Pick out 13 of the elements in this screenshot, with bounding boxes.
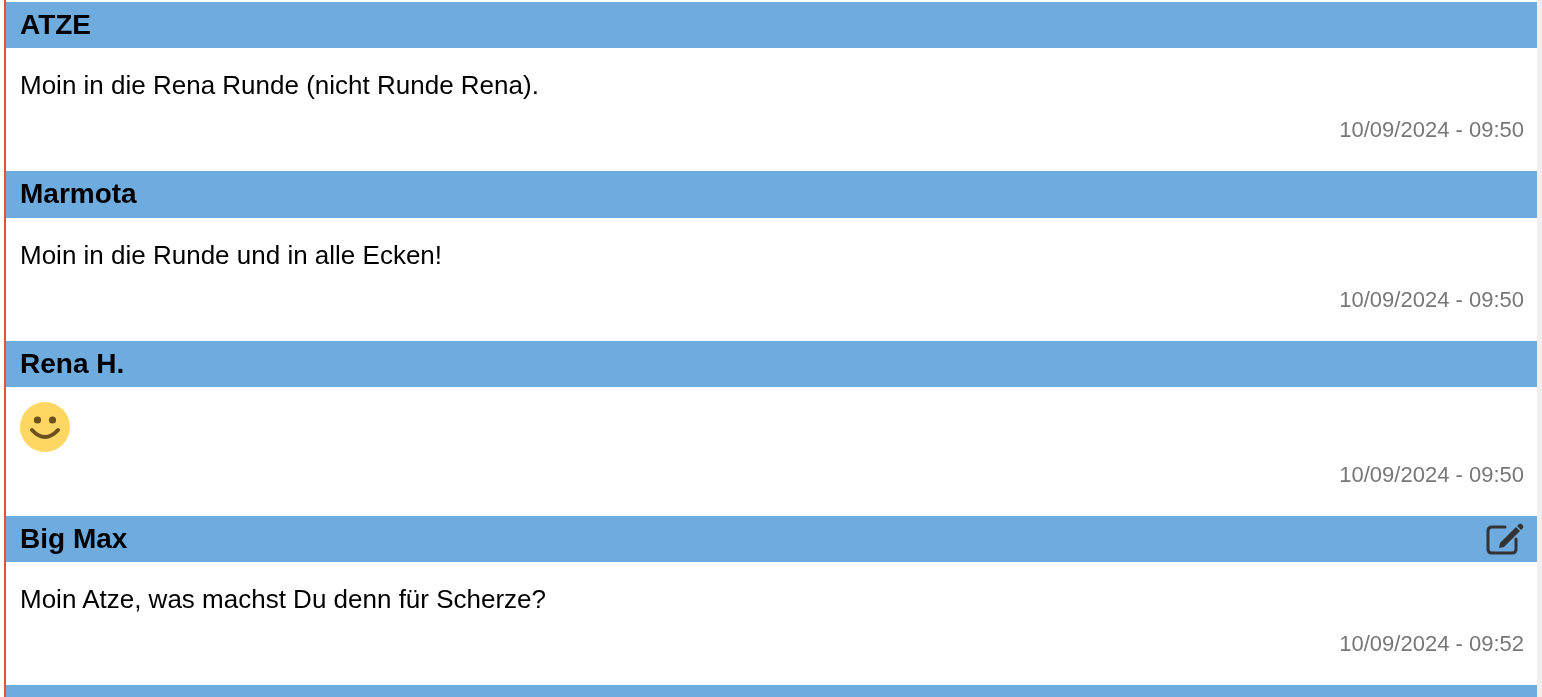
author-name: Marmota (20, 178, 137, 211)
message-text: Moin in die Runde und in alle Ecken! (20, 239, 444, 270)
message-timestamp: 10/09/2024 - 09:50 (1338, 286, 1524, 313)
smiley-icon (20, 401, 70, 452)
author-name: Rena H. (20, 347, 125, 380)
edit-icon[interactable] (1486, 523, 1524, 556)
message-timestamp: 10/09/2024 - 09:50 (1338, 117, 1524, 144)
message-text: Moin Atze, was machst Du denn für Scherze? (20, 584, 548, 615)
author-name: Big Max (20, 523, 128, 556)
message-timestamp: 10/09/2024 - 09:52 (1338, 631, 1524, 658)
author-name: ATZE (20, 9, 92, 42)
message-timestamp: 10/09/2024 - 09:50 (1338, 461, 1524, 488)
message-text: Moin in die Rena Runde (nicht Runde Rena). (20, 70, 540, 101)
